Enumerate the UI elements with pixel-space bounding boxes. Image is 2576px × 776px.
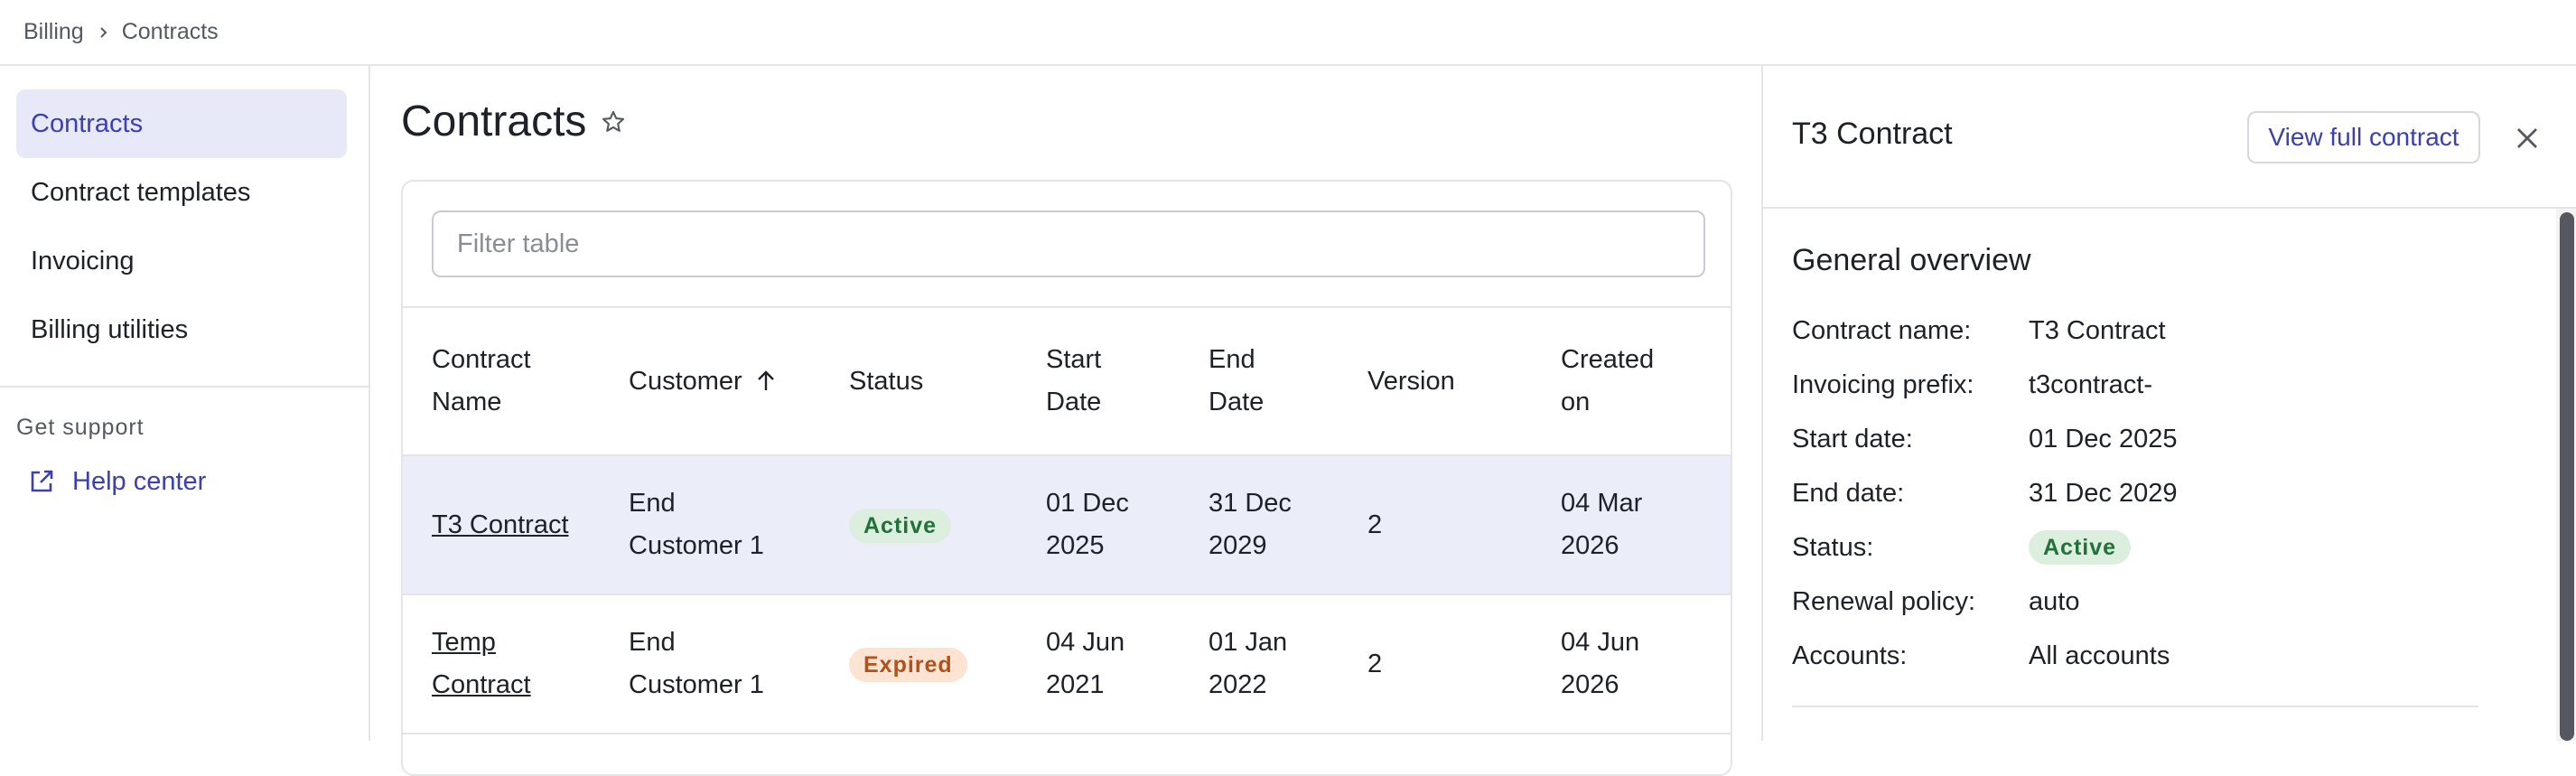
status-badge: Active <box>2029 530 2132 565</box>
breadcrumb: Billing Contracts <box>0 0 2576 66</box>
panel-title: T3 Contract <box>1792 117 1953 151</box>
column-header-end-date[interactable]: End Date <box>1209 306 1367 456</box>
table-header-row: Contract Name Customer Status Start Date… <box>403 306 1731 456</box>
column-header-version[interactable]: Version <box>1367 306 1561 456</box>
start-date-cell: 01 Dec 2025 <box>1046 455 1209 595</box>
breadcrumb-billing[interactable]: Billing <box>23 19 84 45</box>
field-invoicing-prefix: Invoicing prefix: t3contract- <box>1792 369 2152 399</box>
field-start-date: Start date: 01 Dec 2025 <box>1792 424 2178 453</box>
contracts-table-card: Contract Name Customer <box>401 180 1732 776</box>
contract-name-link[interactable]: T3 Contract <box>432 510 569 539</box>
version-cell: 2 <box>1367 594 1561 734</box>
star-outline-icon[interactable] <box>601 109 626 135</box>
end-date-cell: 31 Dec 2029 <box>1209 455 1367 595</box>
support-heading: Get support <box>16 415 145 440</box>
field-end-date: End date: 31 Dec 2029 <box>1792 478 2178 508</box>
breadcrumb-contracts[interactable]: Contracts <box>122 19 219 45</box>
sidebar: Contracts Contract templates Invoicing B… <box>0 66 370 741</box>
panel-scrollbar[interactable] <box>2560 212 2574 741</box>
panel-divider <box>1792 706 2478 707</box>
created-on-cell: 04 Jun 2026 <box>1561 594 1731 734</box>
main-content: Contracts Contract Name Customer <box>372 66 1761 776</box>
column-header-start-date[interactable]: Start Date <box>1046 306 1209 456</box>
chevron-right-icon <box>97 26 109 39</box>
field-status: Status: Active <box>1792 529 2132 566</box>
sidebar-item-billing-utilities[interactable]: Billing utilities <box>16 295 347 364</box>
help-center-label: Help center <box>72 466 207 496</box>
help-center-link[interactable]: Help center <box>27 463 206 500</box>
created-on-cell: 04 Mar 2026 <box>1561 455 1731 595</box>
table-row[interactable]: T3 Contract End Customer 1 Active 01 Dec 2… <box>403 455 1731 595</box>
column-header-status[interactable]: Status <box>849 306 1046 456</box>
column-header-customer[interactable]: Customer <box>629 306 849 456</box>
arrow-up-icon <box>753 369 779 394</box>
end-date-cell: 01 Jan 2022 <box>1209 594 1367 734</box>
field-renewal-policy: Renewal policy: auto <box>1792 586 2080 616</box>
column-header-created-on[interactable]: Created on <box>1561 306 1731 456</box>
sidebar-item-contract-templates[interactable]: Contract templates <box>16 158 347 227</box>
panel-header: T3 Contract View full contract <box>1763 66 2576 209</box>
general-overview-heading: General overview <box>1792 243 2031 277</box>
contract-name-link[interactable]: Temp Contract <box>432 628 531 699</box>
sidebar-item-contracts[interactable]: Contracts <box>16 89 347 158</box>
table-row[interactable]: Temp Contract End Customer 1 Expired 04 Ju… <box>403 594 1731 734</box>
version-cell: 2 <box>1367 455 1561 595</box>
sidebar-divider <box>0 386 370 388</box>
customer-cell: End Customer 1 <box>629 594 849 734</box>
page-title: Contracts <box>401 98 587 145</box>
start-date-cell: 04 Jun 2021 <box>1046 594 1209 734</box>
status-badge: Active <box>849 508 952 543</box>
field-contract-name: Contract name: T3 Contract <box>1792 315 2166 345</box>
close-icon[interactable] <box>2507 118 2547 158</box>
page-title-row: Contracts <box>401 97 626 146</box>
view-full-contract-button[interactable]: View full contract <box>2247 111 2480 164</box>
field-accounts: Accounts: All accounts <box>1792 640 2170 670</box>
contract-detail-panel: T3 Contract View full contract General o… <box>1761 66 2576 741</box>
sidebar-item-invoicing[interactable]: Invoicing <box>16 227 347 295</box>
column-header-contract-name[interactable]: Contract Name <box>403 306 629 456</box>
external-link-icon <box>27 467 56 496</box>
status-badge: Expired <box>849 647 967 682</box>
contracts-table: Contract Name Customer Status Start Date… <box>403 306 1731 734</box>
filter-table-input[interactable] <box>432 210 1705 277</box>
customer-cell: End Customer 1 <box>629 455 849 595</box>
